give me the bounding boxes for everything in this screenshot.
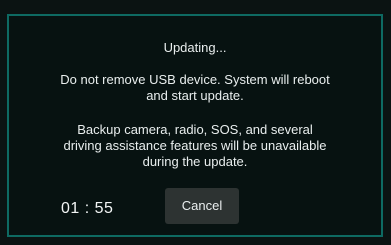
features-unavailable-message: Backup camera, radio, SOS, and several d… — [9, 122, 381, 170]
features-line-1: Backup camera, radio, SOS, and several — [77, 122, 313, 137]
features-line-3: during the update. — [142, 154, 248, 169]
cancel-button[interactable]: Cancel — [165, 188, 239, 224]
screen: Updating... Do not remove USB device. Sy… — [0, 0, 391, 245]
countdown-timer: 01 : 55 — [61, 200, 114, 217]
usb-warning-line-1: Do not remove USB device. System will re… — [60, 72, 330, 87]
dialog-title: Updating... — [163, 40, 227, 55]
update-dialog: Updating... Do not remove USB device. Sy… — [7, 14, 383, 237]
usb-warning-message: Do not remove USB device. System will re… — [9, 72, 381, 104]
features-line-2: driving assistance features will be unav… — [63, 138, 327, 153]
usb-warning-line-2: and start update. — [146, 88, 244, 103]
